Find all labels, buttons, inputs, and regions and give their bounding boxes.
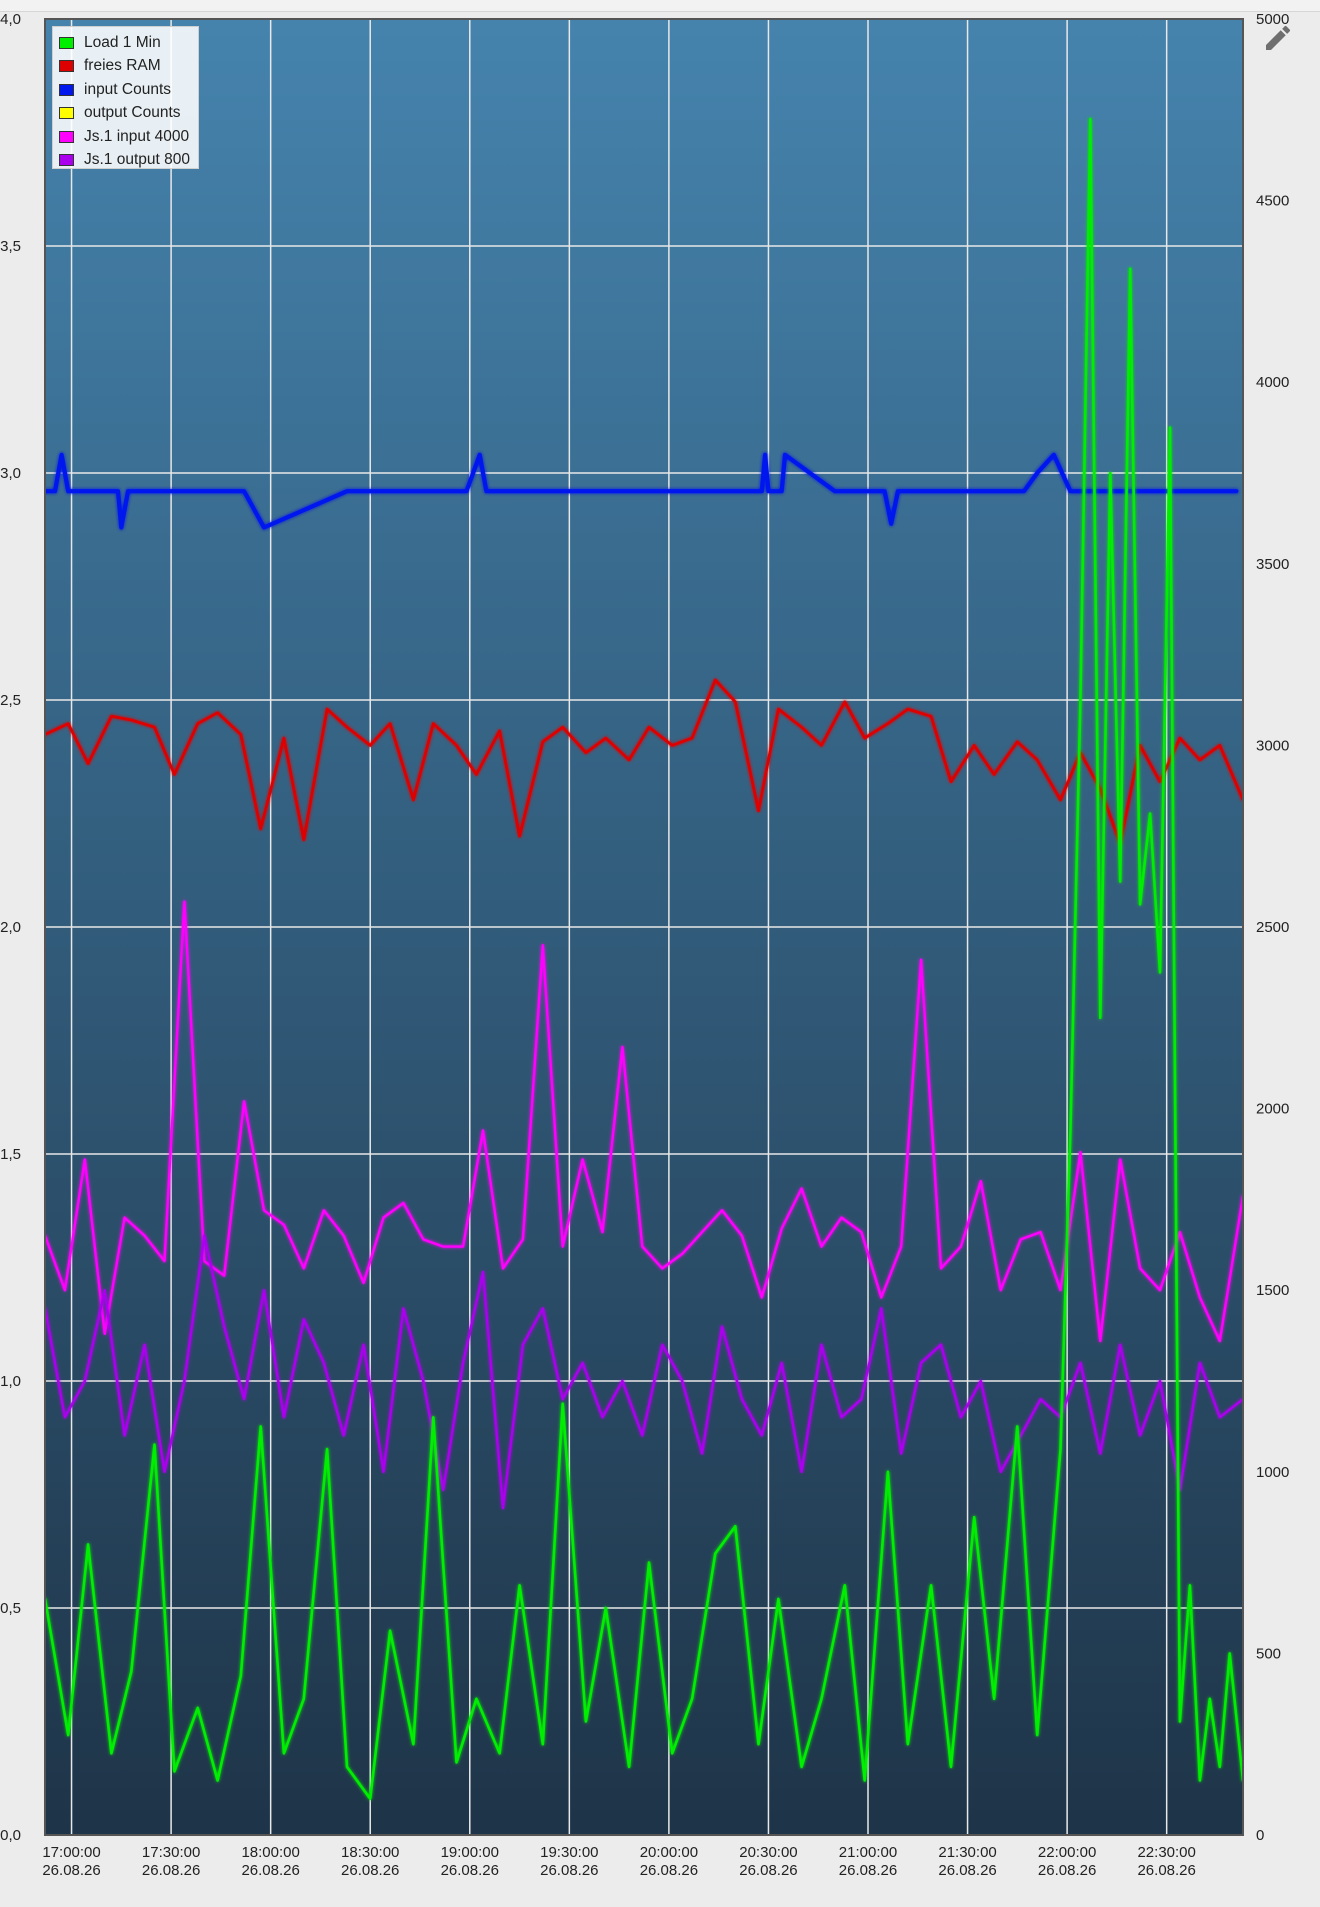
x-tick-label-date: 26.08.26 — [341, 1862, 399, 1879]
y-right-tick-label: 2500 — [1256, 919, 1289, 936]
x-tick-label-date: 26.08.26 — [142, 1862, 200, 1879]
x-tick-label-time: 18:00:00 — [241, 1844, 299, 1861]
y-right-tick-label: 3500 — [1256, 556, 1289, 573]
y-right-tick-label: 1000 — [1256, 1464, 1289, 1481]
legend-swatch — [59, 83, 74, 96]
x-tick-label-time: 21:30:00 — [938, 1844, 996, 1861]
y-left-tick-label: 1,0 — [0, 1373, 21, 1390]
legend-swatch — [59, 107, 74, 120]
legend-item-js-output[interactable]: Js.1 output 800 — [59, 149, 198, 173]
x-tick-label-date: 26.08.26 — [1137, 1862, 1195, 1879]
x-tick-label-time: 20:30:00 — [739, 1844, 797, 1861]
y-axis-right: 0500100015002000250030003500400045005000 — [1256, 11, 1289, 1844]
legend-swatch — [59, 60, 74, 73]
legend-label: freies RAM — [84, 57, 161, 75]
y-left-tick-label: 2,5 — [0, 692, 21, 709]
x-tick-label-time: 18:30:00 — [341, 1844, 399, 1861]
y-right-tick-label: 500 — [1256, 1645, 1281, 1662]
x-tick-label-time: 22:30:00 — [1137, 1844, 1195, 1861]
x-tick-label-date: 26.08.26 — [1038, 1862, 1096, 1879]
legend-label: input Counts — [84, 80, 172, 98]
x-tick-label-time: 19:30:00 — [540, 1844, 598, 1861]
x-tick-label-date: 26.08.26 — [938, 1862, 996, 1879]
x-tick-label-date: 26.08.26 — [241, 1862, 299, 1879]
x-tick-label-time: 19:00:00 — [441, 1844, 499, 1861]
y-right-tick-label: 0 — [1256, 1827, 1264, 1844]
x-tick-label-date: 26.08.26 — [739, 1862, 797, 1879]
legend-item-ram[interactable]: freies RAM — [59, 55, 198, 79]
legend-item-load[interactable]: Load 1 Min — [59, 31, 198, 55]
x-tick-label-time: 22:00:00 — [1038, 1844, 1096, 1861]
y-axis-left: 0,0 0,5 1,0 1,5 2,0 2,5 3,0 3,5 4,0 — [0, 11, 21, 1844]
y-right-tick-label: 4500 — [1256, 193, 1289, 210]
y-right-tick-label: 4000 — [1256, 374, 1289, 391]
legend-item-output-counts[interactable]: output Counts — [59, 102, 198, 126]
y-right-tick-label: 1500 — [1256, 1282, 1289, 1299]
legend-item-js-input[interactable]: Js.1 input 4000 — [59, 125, 198, 149]
legend-label: output Counts — [84, 104, 181, 122]
legend-item-input-counts[interactable]: input Counts — [59, 78, 198, 102]
pencil-icon[interactable] — [1262, 22, 1294, 54]
y-left-tick-label: 0,5 — [0, 1600, 21, 1617]
x-tick-label-date: 26.08.26 — [640, 1862, 698, 1879]
legend: Load 1 Min freies RAM input Counts outpu… — [52, 26, 199, 169]
y-right-tick-label: 2000 — [1256, 1101, 1289, 1118]
x-tick-label-time: 17:00:00 — [42, 1844, 100, 1861]
legend-swatch — [59, 36, 74, 49]
y-right-tick-label: 3000 — [1256, 737, 1289, 754]
x-tick-label-date: 26.08.26 — [540, 1862, 598, 1879]
legend-label: Js.1 input 4000 — [84, 127, 190, 145]
y-left-tick-label: 0,0 — [0, 1827, 21, 1844]
y-left-tick-label: 3,0 — [0, 465, 21, 482]
x-tick-label-time: 20:00:00 — [640, 1844, 698, 1861]
legend-swatch — [59, 130, 74, 143]
line-chart: 0,0 0,5 1,0 1,5 2,0 2,5 3,0 3,5 4,0 0 500 1000 1500… — [0, 11, 1289, 1879]
legend-swatch — [59, 154, 74, 167]
x-tick-label-date: 26.08.26 — [42, 1862, 100, 1879]
x-tick-label-date: 26.08.26 — [839, 1862, 897, 1879]
y-left-tick-label: 1,5 — [0, 1146, 21, 1163]
y-left-tick-label: 4,0 — [0, 11, 21, 28]
x-tick-label-time: 17:30:00 — [142, 1844, 200, 1861]
y-left-tick-label: 3,5 — [0, 238, 21, 255]
legend-label: Js.1 output 800 — [84, 151, 190, 169]
x-tick-label-time: 21:00:00 — [839, 1844, 897, 1861]
x-axis: 17:00:0026.08.2617:30:0026.08.2618:00:00… — [42, 1844, 1196, 1879]
x-tick-label-date: 26.08.26 — [441, 1862, 499, 1879]
y-left-tick-label: 2,0 — [0, 919, 21, 936]
legend-label: Load 1 Min — [84, 33, 161, 51]
